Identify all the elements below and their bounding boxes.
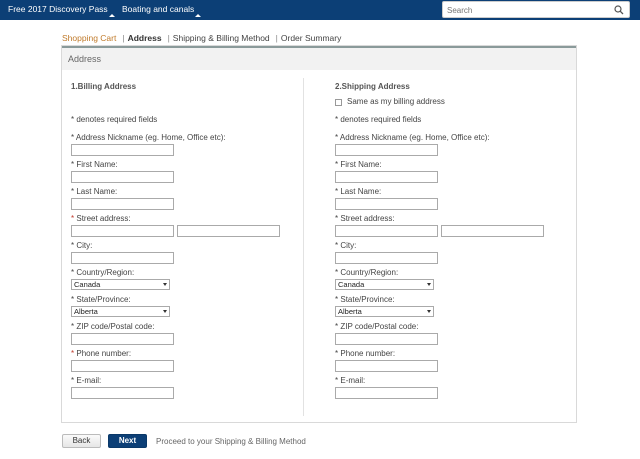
breadcrumb-separator: | [167,33,170,43]
nav-item-label: Boating and canals [122,4,195,14]
billing-section-title: 1.Billing Address [71,82,137,91]
shipping-street-input-1[interactable] [335,225,438,237]
caret-icon [108,14,115,17]
shipping-city-input[interactable] [335,252,438,264]
billing-city-label: * City: [71,241,93,250]
billing-email-input[interactable] [71,387,174,399]
breadcrumb-address: Address [127,33,162,43]
shipping-country-label: * Country/Region: [335,268,399,277]
nav-item-discovery-pass[interactable]: Free 2017 Discovery Pass [8,0,115,20]
shipping-section-title: 2.Shipping Address [335,82,410,91]
breadcrumb-separator: | [122,33,125,43]
panel-header: Address [62,46,576,70]
dropdown-arrow-icon [163,310,167,313]
top-nav-bar: Free 2017 Discovery Pass Boating and can… [0,0,640,20]
nav-item-boating-canals[interactable]: Boating and canals [122,0,202,20]
shipping-zip-input[interactable] [335,333,438,345]
shipping-required-note: * denotes required fields [335,115,422,124]
billing-state-label: * State/Province: [71,295,131,304]
column-divider [303,78,304,416]
next-button[interactable]: Next [108,434,147,448]
billing-required-note: * denotes required fields [71,115,158,124]
billing-email-label: * E-mail: [71,376,102,385]
checkout-breadcrumb: Shopping Cart | Address | Shipping & Billing… [62,33,344,43]
nav-item-label: Free 2017 Discovery Pass [8,4,108,14]
shipping-city-label: * City: [335,241,357,250]
next-step-hint: Proceed to your Shipping & Billing Metho… [156,437,306,446]
billing-country-select[interactable]: Canada [71,279,170,290]
breadcrumb-separator: | [275,33,278,43]
shipping-street-input-2[interactable] [441,225,544,237]
dropdown-arrow-icon [427,283,431,286]
billing-city-input[interactable] [71,252,174,264]
breadcrumb-order-summary: Order Summary [280,33,342,43]
shipping-last-name-label: * Last Name: [335,187,382,196]
shipping-country-select[interactable]: Canada [335,279,434,290]
billing-country-value: Canada [74,280,101,289]
shipping-phone-input[interactable] [335,360,438,372]
shipping-state-select[interactable]: Alberta [335,306,434,317]
billing-nickname-label: * Address Nickname (eg. Home, Office etc… [71,133,226,142]
shipping-email-input[interactable] [335,387,438,399]
billing-phone-label: * Phone number: [71,349,132,358]
shipping-phone-label: * Phone number: [335,349,396,358]
billing-last-name-label: * Last Name: [71,187,118,196]
billing-last-name-input[interactable] [71,198,174,210]
dropdown-arrow-icon [163,283,167,286]
billing-street-input-1[interactable] [71,225,174,237]
shipping-first-name-label: * First Name: [335,160,382,169]
shipping-street-label: * Street address: [335,214,395,223]
billing-street-input-2[interactable] [177,225,280,237]
billing-street-label: * Street address: [71,214,131,223]
billing-state-select[interactable]: Alberta [71,306,170,317]
billing-nickname-input[interactable] [71,144,174,156]
search-box [442,1,630,18]
shipping-last-name-input[interactable] [335,198,438,210]
same-as-billing-checkbox[interactable] [335,99,342,106]
billing-first-name-label: * First Name: [71,160,118,169]
shipping-nickname-input[interactable] [335,144,438,156]
dropdown-arrow-icon [427,310,431,313]
address-panel: Address 1.Billing Address * denotes requ… [61,45,577,423]
billing-first-name-input[interactable] [71,171,174,183]
search-input[interactable] [447,4,607,16]
billing-zip-label: * ZIP code/Postal code: [71,322,155,331]
billing-country-label: * Country/Region: [71,268,135,277]
panel-title: Address [68,54,102,64]
search-icon[interactable] [614,5,624,15]
same-as-billing-label[interactable]: Same as my billing address [347,97,445,106]
shipping-email-label: * E-mail: [335,376,366,385]
billing-zip-input[interactable] [71,333,174,345]
breadcrumb-shipping-billing: Shipping & Billing Method [172,33,270,43]
shipping-state-label: * State/Province: [335,295,395,304]
shipping-zip-label: * ZIP code/Postal code: [335,322,419,331]
breadcrumb-shopping-cart[interactable]: Shopping Cart [62,33,116,43]
billing-state-value: Alberta [74,307,98,316]
shipping-state-value: Alberta [338,307,362,316]
shipping-country-value: Canada [338,280,365,289]
billing-phone-input[interactable] [71,360,174,372]
caret-icon [195,14,202,17]
back-button[interactable]: Back [62,434,101,448]
shipping-first-name-input[interactable] [335,171,438,183]
shipping-nickname-label: * Address Nickname (eg. Home, Office etc… [335,133,490,142]
